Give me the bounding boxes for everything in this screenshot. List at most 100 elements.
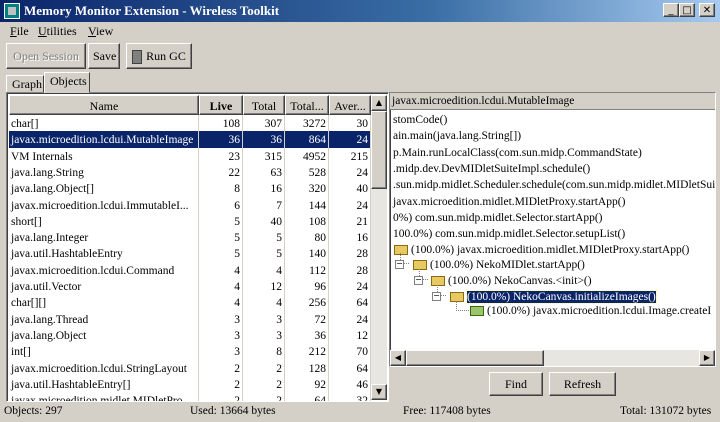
- cell-live: 4: [199, 261, 243, 280]
- cell-average: 16: [329, 229, 371, 248]
- collapse-icon[interactable]: −: [414, 276, 423, 285]
- cell-name: java.lang.Object[]: [9, 180, 199, 199]
- menu-utilities[interactable]: Utilities: [38, 24, 77, 39]
- column-header-live[interactable]: Live: [199, 95, 243, 115]
- cell-average: 64: [329, 359, 371, 378]
- table-row[interactable]: javax.microedition.midlet.MIDletPro... 2 2…: [9, 392, 371, 401]
- cell-average: 32: [329, 392, 371, 401]
- cell-average: 24: [329, 310, 371, 329]
- collapse-icon[interactable]: −: [395, 260, 404, 269]
- column-header-average[interactable]: Aver...: [329, 95, 371, 115]
- tree-node[interactable]: (100.0%) javax.microedition.lcdui.Image.…: [470, 303, 711, 319]
- cell-average: 40: [329, 180, 371, 199]
- scroll-thumb[interactable]: [406, 350, 544, 366]
- collapse-icon[interactable]: −: [432, 292, 441, 301]
- scroll-thumb[interactable]: [371, 111, 387, 189]
- cell-total: 36: [243, 131, 285, 150]
- tab-graph[interactable]: Graph: [6, 75, 44, 93]
- cell-live: 4: [199, 294, 243, 313]
- cell-average: 46: [329, 375, 371, 394]
- horizontal-scrollbar[interactable]: ◀ ▶: [390, 350, 715, 366]
- cell-total-size: 64: [285, 392, 329, 401]
- scroll-left-icon[interactable]: ◀: [390, 350, 406, 366]
- cell-total-size: 256: [285, 294, 329, 313]
- vertical-scrollbar[interactable]: ▲ ▼: [371, 95, 387, 400]
- cell-live: 4: [199, 278, 243, 296]
- cell-average: 30: [329, 115, 371, 133]
- cell-total-size: 212: [285, 343, 329, 362]
- tree-node[interactable]: stomCode(): [393, 112, 447, 128]
- cell-live: 108: [199, 115, 243, 133]
- cell-live: 5: [199, 229, 243, 248]
- cell-total: 63: [243, 163, 285, 182]
- tree-node[interactable]: javax.microedition.midlet.MIDletProxy.st…: [393, 194, 625, 210]
- objects-table: Name Live Total Total... Aver... char[] 1…: [6, 92, 389, 402]
- cell-live: 3: [199, 310, 243, 329]
- menu-file[interactable]: File: [10, 24, 29, 39]
- open-session-button[interactable]: Open Session: [6, 43, 86, 69]
- scroll-right-icon[interactable]: ▶: [699, 350, 715, 366]
- cell-total-size: 108: [285, 212, 329, 231]
- column-header-name[interactable]: Name: [9, 95, 199, 115]
- cell-live: 2: [199, 359, 243, 378]
- cell-total-size: 96: [285, 278, 329, 296]
- tree-node[interactable]: .midp.dev.DevMIDletSuiteImpl.schedule(): [393, 161, 590, 177]
- cell-total: 40: [243, 212, 285, 231]
- close-button[interactable]: ✕: [699, 3, 715, 17]
- cell-total-size: 128: [285, 359, 329, 378]
- column-header-total[interactable]: Total: [243, 95, 285, 115]
- cell-name: char[][]: [9, 294, 199, 313]
- cell-total-size: 3272: [285, 115, 329, 133]
- tree-node[interactable]: 0%) com.sun.midp.midlet.Selector.startAp…: [393, 210, 603, 226]
- cell-total-size: 4952: [285, 147, 329, 166]
- cell-name: java.util.HashtableEntry[]: [9, 375, 199, 394]
- tree-node[interactable]: (100.0%) javax.microedition.midlet.MIDle…: [394, 242, 689, 258]
- scroll-down-icon[interactable]: ▼: [371, 384, 387, 400]
- cell-average: 21: [329, 212, 371, 231]
- save-button[interactable]: Save: [88, 43, 120, 69]
- cell-live: 5: [199, 212, 243, 231]
- cell-average: 28: [329, 261, 371, 280]
- cell-name: char[]: [9, 115, 199, 133]
- tree-node[interactable]: 100.0%) com.sun.midp.midlet.Selector.set…: [393, 226, 625, 242]
- scroll-up-icon[interactable]: ▲: [371, 95, 387, 111]
- cell-total-size: 72: [285, 310, 329, 329]
- cell-live: 2: [199, 392, 243, 401]
- maximize-button[interactable]: □: [679, 3, 695, 17]
- cell-total: 3: [243, 310, 285, 329]
- method-icon: [470, 306, 484, 317]
- cell-average: 24: [329, 278, 371, 296]
- window-title: Memory Monitor Extension - Wireless Tool…: [24, 3, 280, 18]
- run-gc-button[interactable]: Run GC: [126, 43, 192, 69]
- cell-total: 7: [243, 196, 285, 215]
- tree-node[interactable]: p.Main.runLocalClass(com.sun.midp.Comman…: [393, 145, 642, 161]
- cell-total-size: 864: [285, 131, 329, 150]
- cell-total-size: 528: [285, 163, 329, 182]
- cell-total-size: 112: [285, 261, 329, 280]
- cell-total: 16: [243, 180, 285, 199]
- tree-node[interactable]: .sun.midp.midlet.Scheduler.schedule(com.…: [393, 177, 715, 193]
- menu-view[interactable]: View: [88, 24, 113, 39]
- tab-objects[interactable]: Objects: [44, 72, 90, 93]
- cell-name: javax.microedition.midlet.MIDletPro...: [9, 392, 199, 401]
- cell-name: int[]: [9, 343, 199, 362]
- status-objects: Objects: 297: [4, 405, 63, 417]
- cell-name: short[]: [9, 212, 199, 231]
- tree-node[interactable]: (100.0%) NekoCanvas.<init>(): [431, 273, 592, 289]
- cell-name: javax.microedition.lcdui.StringLayout: [9, 359, 199, 378]
- find-button[interactable]: Find: [489, 372, 543, 396]
- cell-total: 2: [243, 359, 285, 378]
- cell-total: 5: [243, 245, 285, 264]
- title-bar[interactable]: Memory Monitor Extension - Wireless Tool…: [0, 0, 720, 22]
- column-header-total-size[interactable]: Total...: [285, 95, 329, 115]
- cell-live: 23: [199, 147, 243, 166]
- cell-total: 2: [243, 392, 285, 401]
- cell-total: 2: [243, 375, 285, 394]
- minimize-button[interactable]: _: [663, 3, 679, 17]
- cell-name: java.util.HashtableEntry: [9, 245, 199, 264]
- tree-node[interactable]: (100.0%) NekoMIDlet.startApp(): [413, 257, 585, 273]
- cell-live: 3: [199, 326, 243, 345]
- cell-total: 5: [243, 229, 285, 248]
- tree-node[interactable]: ain.main(java.lang.String[]): [393, 128, 521, 144]
- refresh-button[interactable]: Refresh: [549, 372, 616, 396]
